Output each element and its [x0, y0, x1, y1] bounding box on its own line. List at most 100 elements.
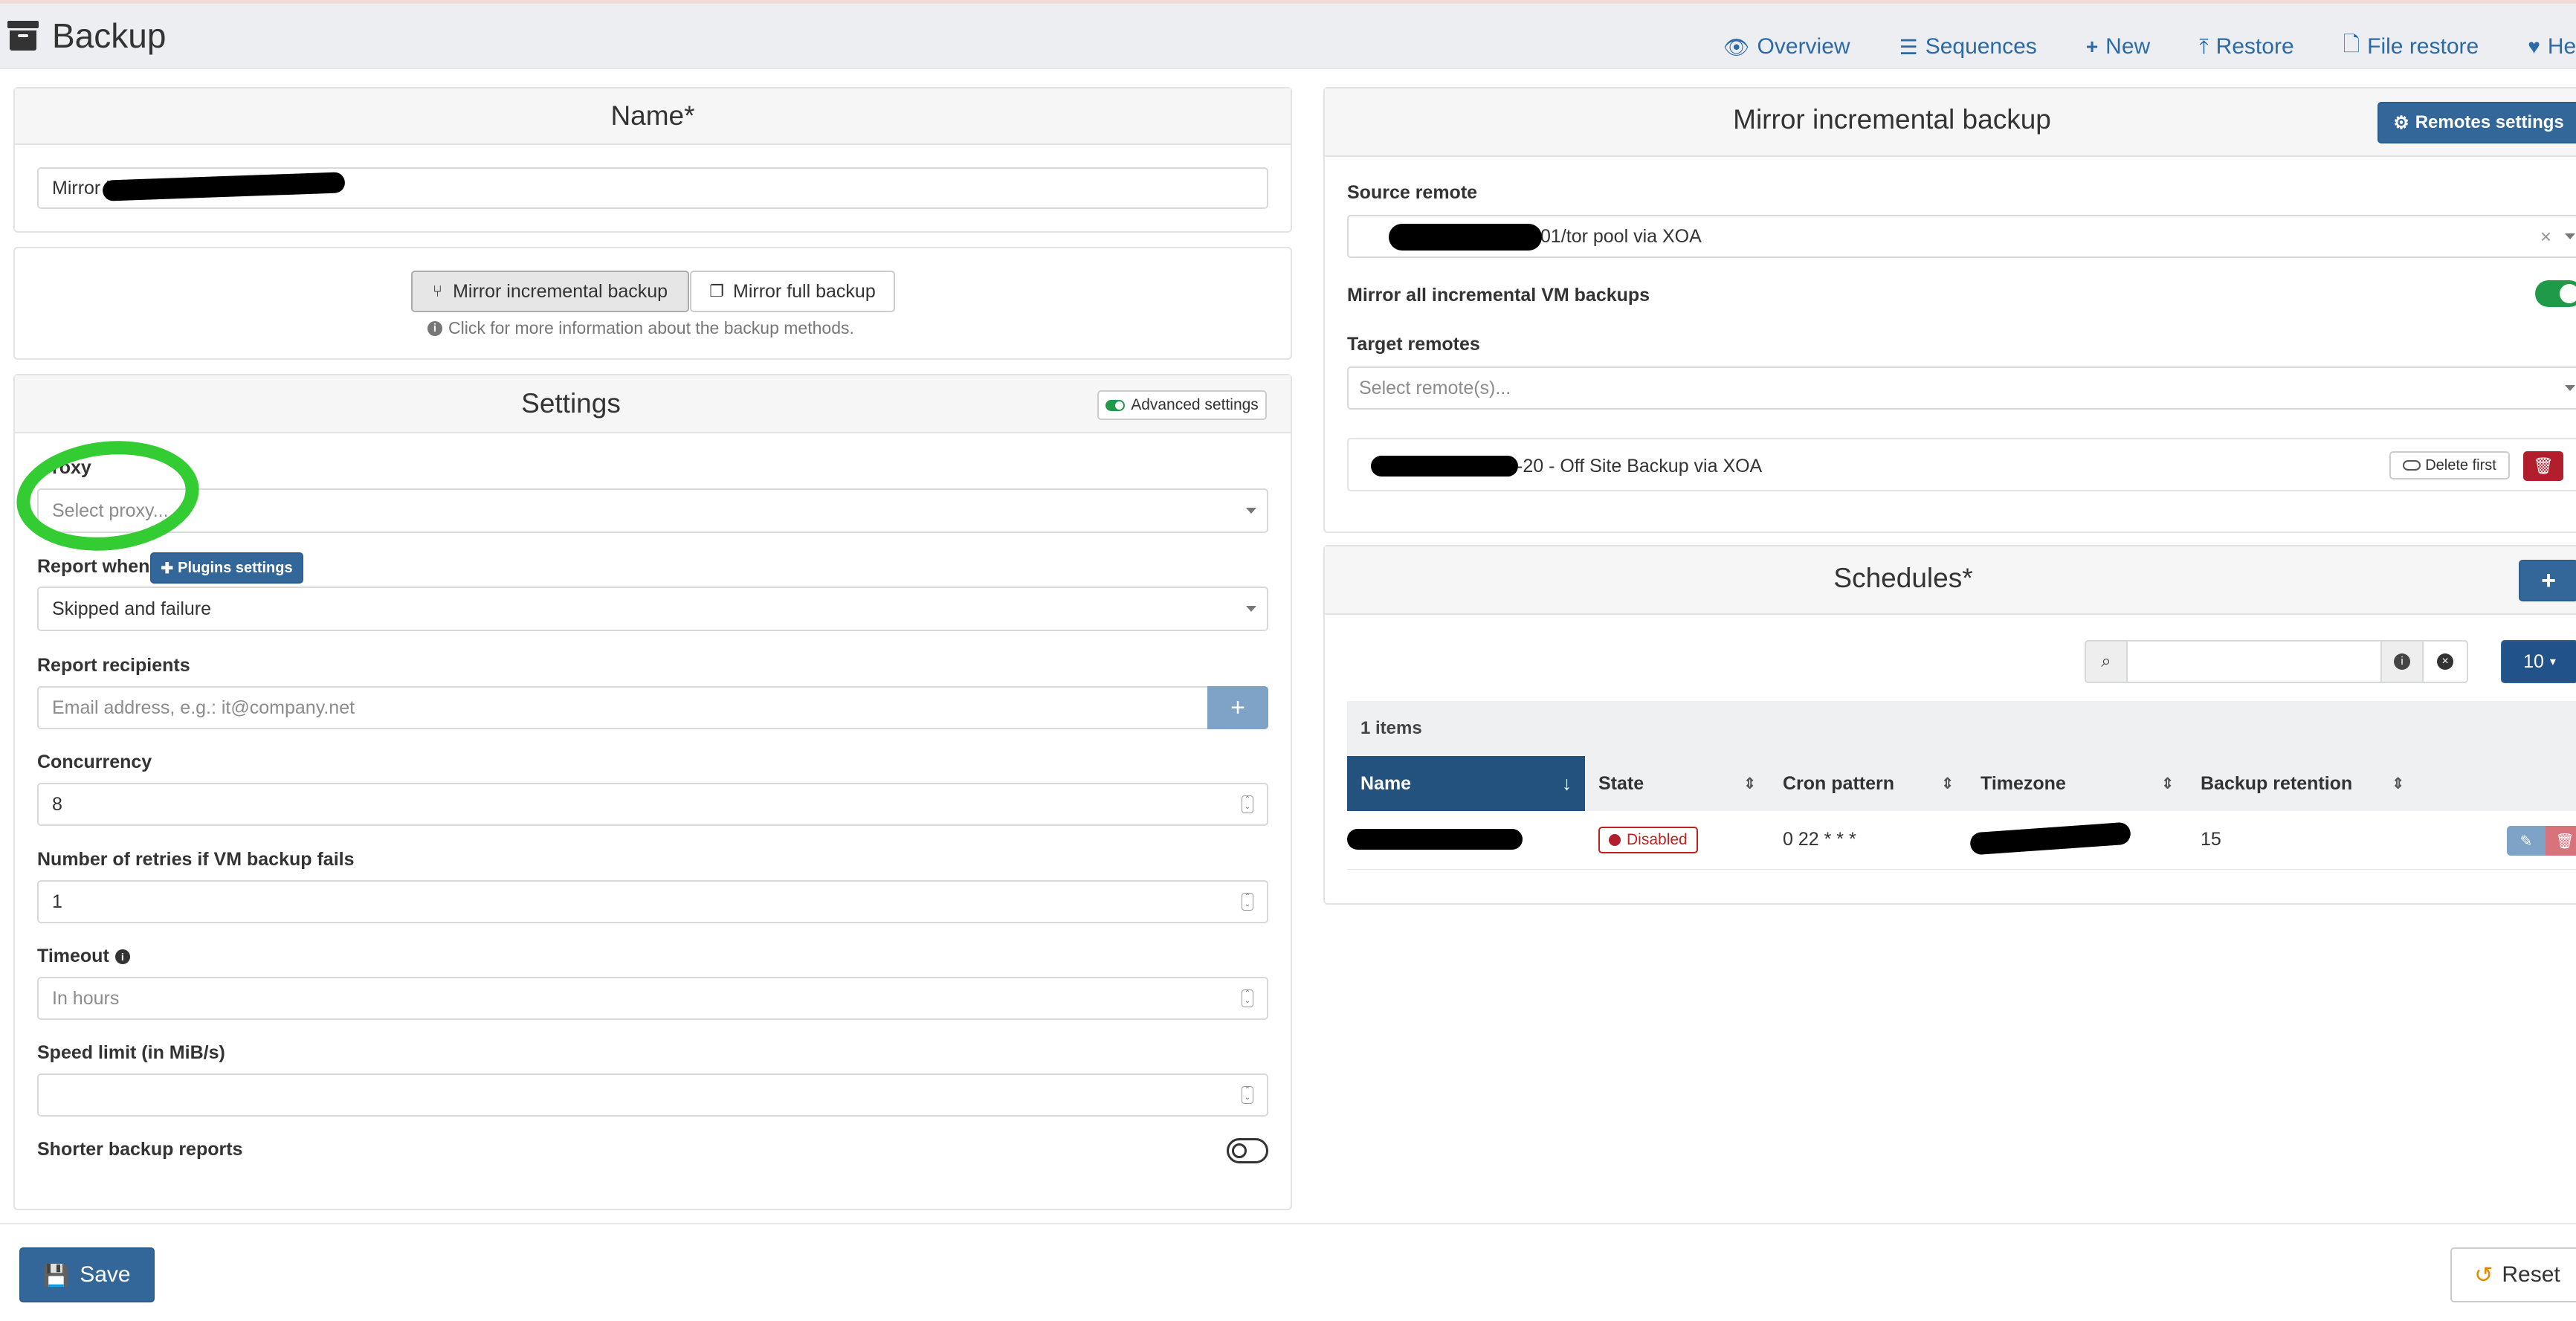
mirror-full-label: Mirror full backup: [733, 280, 876, 302]
nav-overview-label: Overview: [1757, 34, 1850, 59]
reset-button[interactable]: ↺ Reset: [2450, 1247, 2576, 1302]
column-timezone-label: Timezone: [1981, 772, 2066, 794]
speed-limit-label: Speed limit (in MiB/s): [37, 1042, 225, 1063]
timeout-label: Timeout i: [37, 946, 130, 967]
report-when-value: Skipped and failure: [52, 598, 212, 619]
file-icon: 🗋: [2343, 33, 2360, 56]
plugins-settings-button[interactable]: ✚ Plugins settings: [150, 552, 303, 584]
advanced-settings-toggle[interactable]: Advanced settings: [1097, 390, 1267, 420]
column-name[interactable]: Name ↓: [1347, 756, 1585, 811]
search-clear-button[interactable]: ×: [2422, 640, 2468, 683]
heart-icon: ♥: [2528, 35, 2540, 58]
clear-icon[interactable]: ×: [2540, 225, 2551, 248]
page-size-dropdown[interactable]: 10 ▾: [2501, 640, 2576, 683]
speed-limit-input[interactable]: ⌃ ⌄: [37, 1073, 1268, 1117]
eye-icon: 👁: [1723, 35, 1750, 59]
nav-overview[interactable]: 👁 Overview: [1723, 29, 1850, 65]
report-recipients-placeholder: Email address, e.g.: it@company.net: [52, 697, 355, 718]
column-timezone[interactable]: Timezone ⇕: [1967, 756, 2187, 811]
concurrency-label: Concurrency: [37, 752, 152, 772]
status-badge[interactable]: Disabled: [1598, 826, 1698, 853]
retries-value: 1: [52, 891, 62, 912]
schedule-actions-cell: ✎ 🗑: [2418, 811, 2576, 870]
advanced-settings-label: Advanced settings: [1131, 396, 1259, 413]
mirror-all-label: Mirror all incremental VM backups: [1347, 285, 1650, 306]
schedules-table: Name ↓ State ⇕ Cron pattern ⇕ Timezone ⇕…: [1347, 756, 2576, 870]
spinner-icon[interactable]: ⌃ ⌄: [1242, 893, 1253, 911]
nav-health[interactable]: ♥ Healt: [2528, 29, 2576, 65]
mirror-all-toggle[interactable]: [2535, 280, 2576, 307]
target-remote-name: -20 - Off Site Backup via XOA: [1517, 456, 1763, 477]
page-header: Backup 👁 Overview ☰ Sequences + New ⤒ Re…: [0, 4, 2576, 69]
spinner-icon[interactable]: ⌃ ⌄: [1242, 795, 1253, 813]
target-remotes-placeholder: Select remote(s)...: [1359, 377, 1511, 398]
target-remotes-select[interactable]: Select remote(s)...: [1347, 366, 2576, 410]
toggle-on-icon: [1105, 399, 1126, 411]
info-icon[interactable]: i: [114, 949, 130, 964]
delete-remote-button[interactable]: 🗑: [2523, 451, 2563, 481]
status-dot-icon: [1609, 833, 1621, 846]
report-recipients-label: Report recipients: [37, 655, 190, 676]
close-circle-icon: ×: [2437, 653, 2453, 670]
search-info-button[interactable]: i: [2380, 640, 2424, 683]
delete-first-button[interactable]: Delete first: [2389, 451, 2510, 479]
report-when-label: Report when: [37, 556, 150, 577]
add-schedule-button[interactable]: +: [2519, 560, 2576, 601]
mirror-panel-title: Mirror incremental backup: [1733, 104, 2051, 135]
schedules-panel-header: Schedules*: [1325, 546, 2576, 615]
spinner-icon[interactable]: ⌃ ⌄: [1242, 1086, 1253, 1104]
schedule-name-cell: [1347, 811, 1585, 870]
mirror-incremental-button[interactable]: ⑂ Mirror incremental backup: [411, 271, 689, 312]
redaction-mark: [1347, 829, 1523, 850]
archive-icon: [7, 21, 39, 51]
shorter-reports-label: Shorter backup reports: [37, 1139, 243, 1160]
mirror-panel: Mirror incremental backup ⚙ Remotes sett…: [1323, 87, 2576, 533]
edit-schedule-button[interactable]: ✎: [2507, 826, 2546, 856]
sort-icon: ⇕: [1743, 775, 1756, 792]
chevron-down-icon: [1246, 508, 1256, 514]
retries-input[interactable]: 1 ⌃ ⌄: [37, 880, 1268, 923]
delete-schedule-button[interactable]: 🗑: [2546, 826, 2576, 856]
info-icon: i: [427, 320, 442, 336]
concurrency-input[interactable]: 8 ⌃ ⌄: [37, 783, 1268, 826]
mirror-full-button[interactable]: ❐ Mirror full backup: [690, 271, 895, 312]
remotes-settings-button[interactable]: ⚙ Remotes settings: [2378, 102, 2576, 143]
report-when-select[interactable]: Skipped and failure: [37, 587, 1268, 631]
copy-icon: ❐: [709, 282, 724, 300]
plus-icon: +: [2085, 35, 2099, 58]
column-cron[interactable]: Cron pattern ⇕: [1769, 756, 1967, 811]
backup-methods-info[interactable]: i Click for more information about the b…: [427, 318, 854, 338]
schedule-search-input[interactable]: [2126, 640, 2382, 683]
nav-file-restore[interactable]: 🗋 File restore: [2343, 29, 2479, 65]
delete-first-label: Delete first: [2425, 456, 2496, 474]
timeout-input[interactable]: In hours ⌃ ⌄: [37, 977, 1268, 1020]
source-remote-label: Source remote: [1347, 182, 1478, 203]
nav-new[interactable]: + New: [2086, 29, 2150, 65]
spinner-icon[interactable]: ⌃ ⌄: [1242, 989, 1253, 1007]
column-retention[interactable]: Backup retention ⇕: [2187, 756, 2418, 811]
shorter-reports-toggle[interactable]: [1227, 1138, 1268, 1163]
reset-label: Reset: [2502, 1262, 2560, 1287]
list-icon: ☰: [1899, 35, 1918, 59]
nav-restore[interactable]: ⤒ Restore: [2199, 29, 2293, 65]
page-title: Backup: [7, 16, 166, 56]
plus-icon: +: [2541, 566, 2556, 595]
branch-icon: ⑂: [432, 282, 443, 300]
proxy-select[interactable]: Select proxy...: [37, 488, 1268, 533]
save-button[interactable]: 💾 Save: [19, 1247, 155, 1302]
sort-icon: ⇕: [2392, 775, 2404, 792]
settings-title: Settings: [521, 388, 621, 419]
toggle-off-icon: [2403, 460, 2421, 471]
schedule-timezone-cell: [1967, 811, 2187, 870]
retries-label: Number of retries if VM backup fails: [37, 849, 355, 870]
report-recipients-input[interactable]: Email address, e.g.: it@company.net: [37, 686, 1222, 729]
column-state[interactable]: State ⇕: [1585, 756, 1769, 811]
nav-sequences-label: Sequences: [1925, 34, 2037, 59]
plugins-settings-label: Plugins settings: [178, 559, 293, 576]
remotes-settings-label: Remotes settings: [2415, 112, 2564, 132]
nav-sequences[interactable]: ☰ Sequences: [1899, 29, 2037, 65]
items-count-bar: 1 items: [1347, 701, 2576, 756]
sort-icon: ⇕: [1941, 775, 1954, 792]
chevron-down-icon: [1246, 606, 1256, 612]
add-recipient-button[interactable]: +: [1207, 686, 1268, 729]
